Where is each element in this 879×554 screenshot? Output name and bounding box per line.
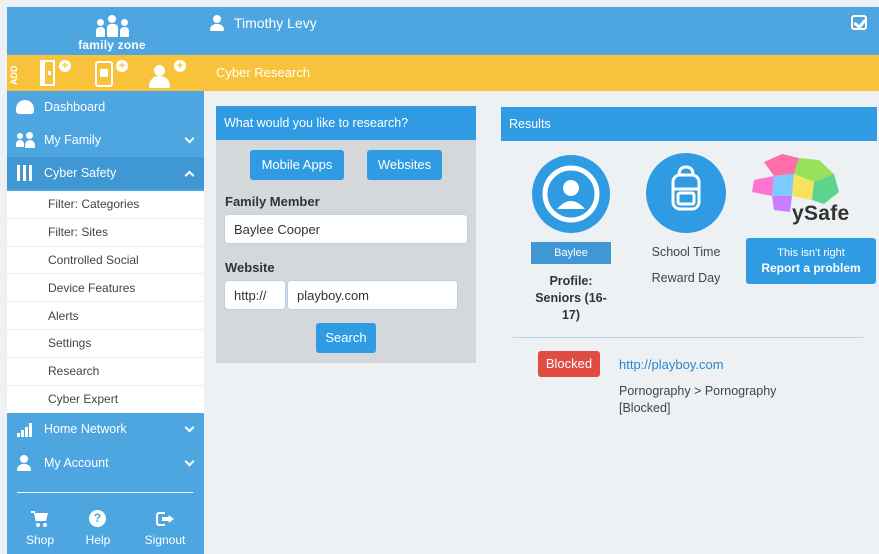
add-bar	[7, 55, 879, 91]
schedule-circle	[646, 153, 726, 233]
add-door-device-button[interactable]: +	[40, 60, 76, 90]
nav-home-network[interactable]: Home Network	[7, 413, 204, 445]
page-title: Cyber Research	[216, 65, 310, 80]
door-device-icon	[40, 60, 55, 86]
chevron-down-icon	[184, 133, 195, 144]
nav-dashboard[interactable]: Dashboard	[7, 91, 204, 123]
member-name-badge: Baylee	[531, 242, 611, 264]
subnav-alerts[interactable]: Alerts	[7, 302, 204, 330]
signout-button[interactable]: Signout	[137, 510, 193, 547]
result-url-link[interactable]: http://playboy.com	[619, 357, 724, 372]
dashboard-icon	[16, 99, 36, 115]
user-name: Timothy Levy	[234, 15, 317, 31]
status-badge: Blocked	[538, 351, 600, 377]
profile-text: Profile: Seniors (16-17)	[535, 274, 607, 322]
sliders-icon	[16, 165, 36, 181]
nav-label: Dashboard	[44, 100, 106, 114]
result-category: Pornography > Pornography [Blocked]	[619, 384, 777, 415]
nav-label: Home Network	[44, 422, 127, 436]
add-person-button[interactable]: +	[148, 60, 190, 90]
family-member-select[interactable]: Baylee Cooper	[224, 214, 468, 244]
help-button[interactable]: ? Help	[70, 510, 126, 547]
signout-label: Signout	[144, 533, 186, 547]
nav-label: My Family	[44, 133, 101, 147]
websites-button[interactable]: Websites	[367, 150, 442, 180]
shop-label: Shop	[25, 533, 55, 547]
check-square-icon[interactable]	[851, 15, 867, 30]
nav-my-family[interactable]: My Family	[7, 124, 204, 156]
plus-icon: +	[59, 60, 71, 72]
nav-my-account[interactable]: My Account	[7, 447, 204, 479]
add-tablet-device-button[interactable]: +	[95, 60, 135, 90]
avatar	[532, 155, 610, 233]
current-user[interactable]: Timothy Levy	[209, 15, 317, 31]
help-label: Help	[85, 533, 111, 547]
chevron-down-icon	[184, 422, 195, 433]
subnav-filter-sites[interactable]: Filter: Sites	[7, 219, 204, 247]
signout-icon	[156, 510, 174, 528]
nav-label: My Account	[44, 456, 109, 470]
user-icon	[209, 15, 225, 31]
add-label: ADD	[9, 65, 19, 85]
website-label: Website	[225, 260, 275, 275]
website-input[interactable]: playboy.com	[287, 280, 458, 310]
protocol-value: http://	[234, 287, 267, 303]
subnav-filter-categories[interactable]: Filter: Categories	[7, 191, 204, 219]
schedule-reward-day: Reward Day	[651, 271, 721, 285]
website-value: playboy.com	[297, 287, 370, 303]
subnav-device-features[interactable]: Device Features	[7, 274, 204, 303]
cyber-safety-submenu: Filter: Categories Filter: Sites Control…	[7, 191, 204, 414]
results-heading: Results	[501, 107, 877, 141]
mobile-apps-button[interactable]: Mobile Apps	[250, 150, 344, 180]
chevron-down-icon	[184, 456, 195, 467]
report-problem-button[interactable]: This isn't right Report a problem	[746, 238, 876, 284]
subnav-settings[interactable]: Settings	[7, 330, 204, 358]
research-panel: What would you like to research? Mobile …	[216, 106, 476, 363]
protocol-select[interactable]: http://	[224, 280, 286, 310]
research-heading: What would you like to research?	[216, 106, 476, 140]
subnav-controlled-social[interactable]: Controlled Social	[7, 247, 204, 275]
nav-label: Cyber Safety	[44, 166, 117, 180]
family-member-label: Family Member	[225, 194, 320, 209]
results-divider	[513, 337, 863, 338]
search-button[interactable]: Search	[316, 323, 376, 353]
tablet-device-icon	[95, 61, 113, 87]
backpack-icon	[671, 165, 701, 211]
user-icon	[16, 455, 36, 471]
cart-icon	[31, 510, 49, 528]
signal-icon	[16, 421, 36, 437]
sidebar-divider	[17, 492, 193, 493]
help-icon: ?	[89, 510, 107, 528]
report-line-1: This isn't right	[777, 247, 845, 259]
nav-cyber-safety[interactable]: Cyber Safety	[7, 157, 204, 189]
family-zone-logo[interactable]: family zone	[67, 11, 157, 52]
family-logo-icon	[67, 11, 157, 37]
schedule-school-time: School Time	[651, 245, 721, 259]
subnav-research[interactable]: Research	[7, 358, 204, 386]
family-member-value: Baylee Cooper	[234, 221, 320, 237]
ysafe-wordmark: ySafe	[792, 202, 850, 225]
logo-text: family zone	[78, 38, 146, 52]
top-bar: family zone	[7, 7, 879, 55]
plus-icon: +	[116, 60, 128, 72]
shop-button[interactable]: Shop	[12, 510, 68, 547]
plus-icon: +	[174, 60, 186, 72]
user-avatar-icon	[542, 165, 600, 223]
report-line-2: Report a problem	[761, 261, 861, 275]
family-icon	[16, 132, 36, 148]
chevron-up-icon	[184, 170, 195, 181]
subnav-cyber-expert[interactable]: Cyber Expert	[7, 386, 204, 414]
